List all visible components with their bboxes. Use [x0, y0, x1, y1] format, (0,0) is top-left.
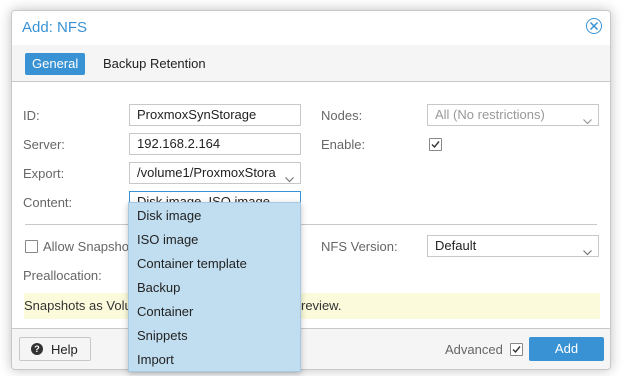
section-divider: [25, 224, 597, 225]
server-input[interactable]: 192.168.2.164: [129, 133, 301, 155]
server-label: Server:: [23, 137, 65, 152]
advanced-checkbox[interactable]: [510, 343, 523, 356]
chevron-down-icon: [285, 169, 294, 183]
export-label: Export:: [23, 166, 65, 181]
export-select[interactable]: /volume1/ProxmoxStora: [129, 162, 301, 184]
tab-backup-retention[interactable]: Backup Retention: [96, 53, 213, 75]
id-label: ID:: [23, 108, 40, 123]
id-input[interactable]: ProxmoxSynStorage: [129, 104, 301, 126]
help-button[interactable]: ? Help: [19, 337, 91, 361]
checkmark-icon: [431, 141, 440, 149]
enable-checkbox[interactable]: [429, 138, 442, 151]
chevron-down-icon: [583, 111, 592, 125]
nfs-version-value: Default: [435, 238, 477, 253]
dialog-footer: ? Help Advanced Add: [12, 328, 610, 369]
content-option-backup[interactable]: Backup: [137, 276, 180, 300]
content-dropdown-list: Disk image ISO image Container template …: [128, 202, 301, 372]
export-value: /volume1/ProxmoxStora: [137, 165, 276, 180]
question-circle-icon: ?: [31, 343, 43, 355]
preallocation-label: Preallocation:: [23, 268, 102, 283]
snapshot-warning: Snapshots as Volu review.: [24, 293, 600, 319]
dialog-titlebar: Add: NFS: [12, 11, 610, 45]
allow-snapshots-checkbox[interactable]: [25, 240, 38, 253]
add-nfs-dialog: Add: NFS General Backup Retention ID: Pr…: [11, 10, 611, 370]
enable-label: Enable:: [321, 137, 366, 152]
content-option-container-template[interactable]: Container template: [137, 252, 247, 276]
allow-snapshots-label: Allow Snapsho: [43, 239, 129, 254]
dialog-title: Add: NFS: [22, 19, 88, 36]
chevron-down-icon: [583, 242, 592, 256]
nodes-select[interactable]: All (No restrictions): [427, 104, 599, 126]
close-icon[interactable]: [586, 18, 602, 34]
warning-text-start: Snapshots as Volu: [24, 298, 132, 313]
checkmark-icon: [512, 346, 521, 354]
content-label: Content:: [23, 195, 73, 210]
content-option-snippets[interactable]: Snippets: [137, 324, 188, 348]
nodes-label: Nodes:: [321, 108, 363, 123]
form-body: ID: ProxmoxSynStorage Server: 192.168.2.…: [12, 82, 610, 328]
nfs-version-select[interactable]: Default: [427, 235, 599, 257]
tab-general[interactable]: General: [25, 53, 86, 75]
warning-text-end: review.: [301, 298, 342, 313]
nodes-value: All (No restrictions): [435, 107, 545, 122]
content-option-import[interactable]: Import: [137, 348, 174, 372]
nfs-version-label: NFS Version:: [321, 239, 398, 254]
content-option-container[interactable]: Container: [137, 300, 193, 324]
add-button[interactable]: Add: [529, 337, 604, 361]
help-label: Help: [51, 342, 78, 357]
content-option-iso-image[interactable]: ISO image: [137, 228, 198, 252]
tab-bar: General Backup Retention: [12, 45, 610, 82]
content-option-disk-image[interactable]: Disk image: [137, 204, 201, 228]
advanced-label: Advanced: [445, 342, 503, 357]
